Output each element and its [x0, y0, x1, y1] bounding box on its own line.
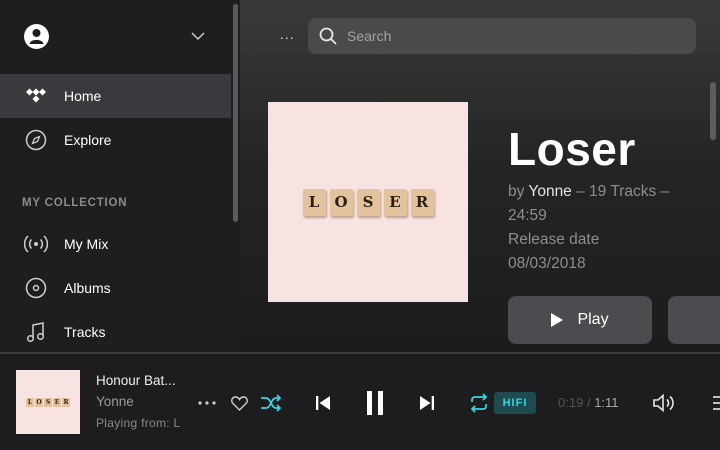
sidebar-item-label: Tracks [64, 324, 106, 340]
sidebar-item-label: Explore [64, 132, 112, 148]
scrollbar-thumb[interactable] [710, 82, 716, 140]
cover-tile: L [26, 397, 34, 407]
cover-tile: O [35, 397, 43, 407]
sidebar-item-label: My Mix [64, 236, 109, 252]
sidebar-item-albums[interactable]: Albums [0, 266, 231, 310]
search-icon [319, 27, 337, 45]
cover-tile: S [356, 188, 380, 216]
elapsed-time: 0:19 [558, 395, 584, 410]
main-scrollbar[interactable] [709, 80, 718, 352]
tidal-logo-icon [24, 84, 48, 108]
sidebar-item-my-mix[interactable]: My Mix [0, 222, 231, 266]
total-time: 1:11 [594, 395, 619, 410]
release-label: Release date [508, 231, 600, 248]
section-heading: MY COLLECTION [22, 197, 128, 209]
album-cover[interactable]: L O S E R [268, 102, 468, 302]
queue-icon[interactable] [710, 392, 720, 414]
cover-tile: R [62, 397, 70, 407]
cover-tile: S [44, 397, 52, 407]
play-label: Play [577, 311, 609, 328]
disc-icon [24, 276, 48, 300]
sidebar: Home Explore MY COLLECTION My Mix Albums… [0, 0, 240, 352]
radio-waves-icon [24, 232, 48, 256]
next-track-icon[interactable] [416, 391, 438, 415]
sidebar-item-label: Albums [64, 280, 111, 296]
sidebar-item-tracks[interactable]: Tracks [0, 310, 231, 352]
search-input[interactable] [347, 28, 667, 44]
now-playing-artist[interactable]: Yonne [96, 394, 134, 409]
music-note-icon [24, 320, 48, 344]
album-title: Loser [508, 123, 636, 175]
sidebar-item-label: Home [64, 88, 102, 104]
artist-link[interactable]: Yonne [528, 183, 571, 200]
playback-time: 0:19 / 1:11 [558, 395, 619, 410]
cover-tile: R [410, 188, 434, 216]
scrollbar-thumb[interactable] [233, 4, 238, 222]
album-duration: 24:59 [508, 207, 547, 224]
cover-tile: O [329, 188, 353, 216]
more-options-icon[interactable] [196, 392, 218, 414]
shuffle-icon[interactable] [259, 392, 283, 414]
sidebar-scrollbar[interactable] [231, 0, 240, 352]
hifi-badge[interactable]: HIFI [494, 392, 536, 414]
cover-tile: L [302, 188, 326, 216]
play-icon [551, 313, 564, 327]
more-options-button[interactable]: ... [280, 26, 295, 42]
time-separator: / [586, 395, 591, 410]
compass-icon [24, 128, 48, 152]
player-bar: L O S E R Honour Bat... Yonne Playing fr… [0, 352, 720, 450]
release-date: 08/03/2018 [508, 255, 586, 272]
previous-track-icon[interactable] [312, 391, 334, 415]
repeat-icon[interactable] [467, 392, 491, 414]
cover-tile: E [53, 397, 61, 407]
cover-tile: E [383, 188, 407, 216]
chevron-down-icon[interactable] [190, 28, 206, 44]
album-meta: by Yonne – 19 Tracks – 24:59 Release dat… [508, 180, 708, 276]
now-playing-title[interactable]: Honour Bat... [96, 373, 176, 388]
heart-icon[interactable] [228, 392, 250, 414]
sidebar-item-home[interactable]: Home [0, 74, 231, 118]
profile-avatar-icon[interactable] [24, 24, 49, 49]
pause-icon[interactable] [362, 389, 388, 417]
sidebar-item-explore[interactable]: Explore [0, 118, 231, 162]
search-bar[interactable] [308, 18, 696, 54]
playing-from-label[interactable]: Playing from: L [96, 416, 181, 430]
play-button[interactable]: Play [508, 296, 652, 344]
main-content: ... L O S E R Loser by Yonne – 19 Tracks… [240, 0, 720, 352]
volume-icon[interactable] [651, 391, 677, 415]
track-count: – 19 Tracks – [576, 183, 670, 200]
now-playing-cover[interactable]: L O S E R [16, 370, 80, 434]
by-prefix: by [508, 183, 525, 200]
